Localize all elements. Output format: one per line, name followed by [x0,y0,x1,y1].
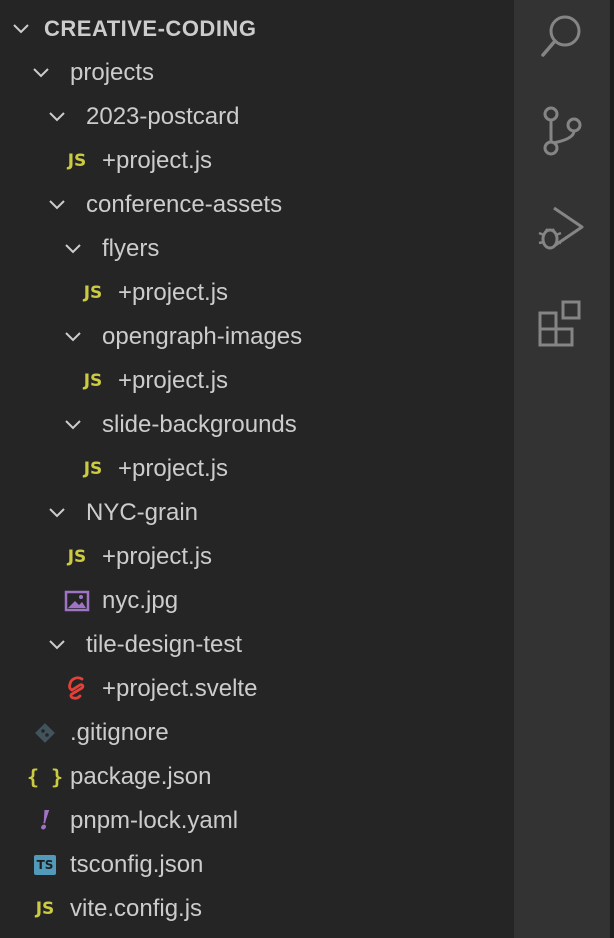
tree-item-label: opengraph-images [102,323,303,350]
image-file-icon [64,579,90,623]
tree-folder[interactable]: tile-design-test [0,623,514,667]
tree-item-label: flyers [102,235,160,262]
tree-file[interactable]: nyc.jpg [0,579,514,623]
tree-item-label: 2023-postcard [86,103,240,130]
tree-folder[interactable]: conference-assets [0,183,514,227]
tree-file[interactable]: JS +project.js [0,447,514,491]
tree-item-label: tile-design-test [86,631,243,658]
tree-file[interactable]: JS +project.js [0,359,514,403]
chevron-down-icon [46,183,68,227]
git-file-icon [32,711,58,755]
tree-item-label: projects [70,59,155,86]
run-debug-icon[interactable] [536,202,588,254]
tree-item-label: conference-assets [86,191,283,218]
tree-file[interactable]: JS vite.config.js [0,887,514,931]
activity-bar [514,0,614,938]
tree-file[interactable]: JS +project.js [0,535,514,579]
explorer-panel: CREATIVE-CODING projects 2023-postcard JS +… [0,0,514,938]
tree-folder[interactable]: opengraph-images [0,315,514,359]
chevron-down-icon [62,403,84,447]
chevron-down-icon [46,623,68,667]
tree-file[interactable]: .gitignore [0,711,514,755]
tree-item-label: package.json [70,763,212,790]
tree-item-label: +project.svelte [102,675,258,702]
chevron-down-icon [46,95,68,139]
javascript-file-icon: JS [83,283,103,303]
editor-area-edge [610,0,614,938]
tree-item-label: +project.js [118,279,229,306]
tree-item-label: nyc.jpg [102,587,179,614]
explorer-root-label: CREATIVE-CODING [44,16,257,41]
tree-item-label: NYC-grain [86,499,199,526]
chevron-down-icon [30,51,52,95]
tree-folder[interactable]: flyers [0,227,514,271]
tree-item-label: slide-backgrounds [102,411,297,438]
javascript-file-icon: JS [83,459,103,479]
search-icon[interactable] [536,10,588,62]
explorer-root-header[interactable]: CREATIVE-CODING [0,7,514,51]
tree-file[interactable]: TS tsconfig.json [0,843,514,887]
tree-item-label: tsconfig.json [70,851,204,878]
source-control-icon[interactable] [536,105,588,157]
tree-item-label: +project.js [102,147,213,174]
tree-file[interactable]: { } package.json [0,755,514,799]
tree-file[interactable]: JS +project.js [0,139,514,183]
tree-file[interactable]: +project.svelte [0,667,514,711]
javascript-file-icon: JS [67,547,87,567]
tree-folder[interactable]: 2023-postcard [0,95,514,139]
tree-file[interactable]: ! pnpm-lock.yaml [0,799,514,843]
tree-item-label: +project.js [118,367,229,394]
typescript-config-icon: TS [32,843,58,887]
tree-folder[interactable]: projects [0,51,514,95]
chevron-down-icon [46,491,68,535]
tree-item-label: +project.js [118,455,229,482]
tree-folder[interactable]: slide-backgrounds [0,403,514,447]
tree-item-label: .gitignore [70,719,169,746]
chevron-down-icon [62,227,84,271]
chevron-down-icon [62,315,84,359]
svelte-file-icon [64,667,90,711]
tree-item-label: vite.config.js [70,895,203,922]
javascript-file-icon: JS [35,899,55,919]
json-file-icon: { } [26,765,64,789]
javascript-file-icon: JS [67,151,87,171]
tree-item-label: pnpm-lock.yaml [70,807,239,834]
tree-file[interactable]: JS +project.js [0,271,514,315]
yaml-file-icon: ! [39,806,51,836]
javascript-file-icon: JS [83,371,103,391]
extensions-icon[interactable] [536,297,588,349]
chevron-down-icon [10,18,32,40]
tree-folder[interactable]: NYC-grain [0,491,514,535]
tree-item-label: +project.js [102,543,213,570]
